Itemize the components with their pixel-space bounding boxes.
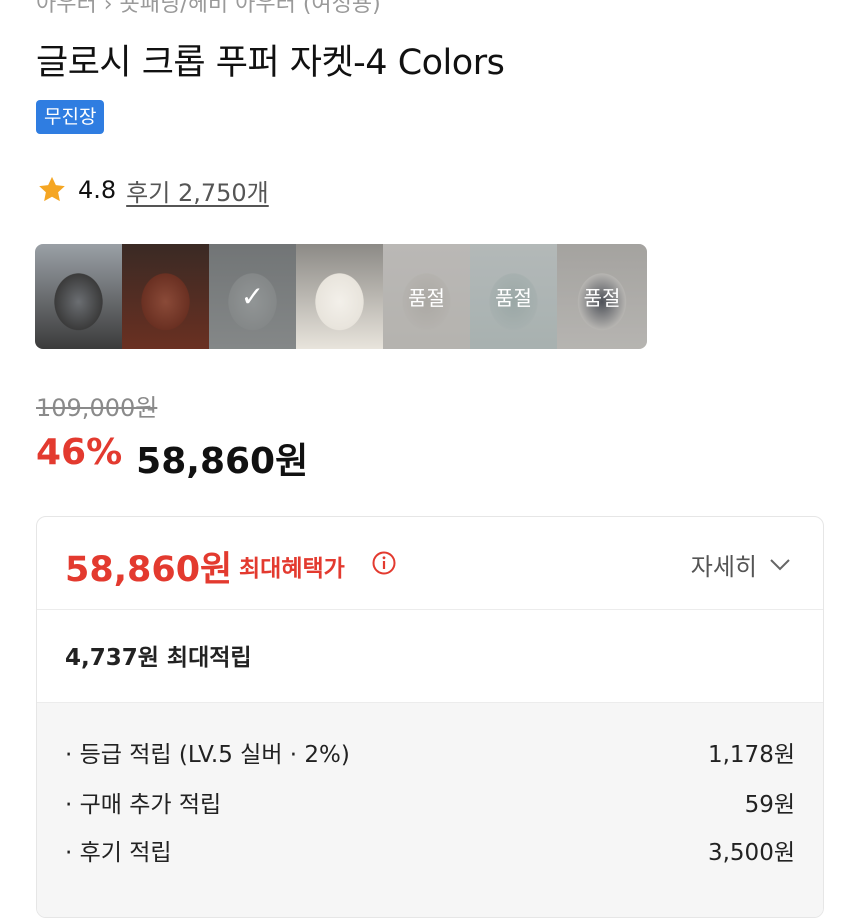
info-icon[interactable] bbox=[372, 551, 396, 575]
points-row-value: 59원 bbox=[744, 792, 795, 818]
soldout-overlay: 품절 bbox=[557, 244, 647, 349]
swatch-gray-jacket[interactable]: ✓ bbox=[209, 244, 296, 349]
soldout-overlay: 품절 bbox=[383, 244, 470, 349]
sale-price: 58,860원 bbox=[136, 441, 309, 482]
delivery-badge: 무진장 bbox=[36, 100, 105, 134]
points-summary: 4,737원 최대적립 bbox=[65, 645, 252, 671]
points-row-value: 1,178원 bbox=[707, 742, 795, 768]
detail-toggle[interactable]: 자세히 bbox=[691, 547, 791, 582]
benefit-card: 58,860원 최대혜택가 자세히 4,737원 최대적립 · 등급 적립 (L… bbox=[36, 516, 824, 918]
rating-score: 4.8 bbox=[78, 176, 117, 204]
points-row-purchase: · 구매 추가 적립 59원 bbox=[65, 785, 795, 819]
soldout-label: 품절 bbox=[408, 286, 445, 310]
points-breakdown: · 등급 적립 (LV.5 실버 · 2%) 1,178원 · 구매 추가 적립… bbox=[37, 703, 823, 917]
discount-rate: 46% bbox=[36, 432, 123, 473]
original-price: 109,000원 bbox=[36, 394, 158, 422]
points-row-review: · 후기 적립 3,500원 bbox=[65, 833, 795, 867]
soldout-label: 품절 bbox=[583, 286, 621, 310]
swatch-ivory-jacket[interactable]: 품절 bbox=[383, 244, 470, 349]
max-benefit-label: 최대혜택가 bbox=[239, 556, 345, 582]
rating-row: 4.8 후기 2,750개 bbox=[36, 170, 269, 210]
breadcrumb[interactable]: 아우터 › 숏패딩/헤비 아우터 (여성용) bbox=[36, 0, 381, 18]
swatch-mint-jacket[interactable]: 품절 bbox=[470, 244, 557, 349]
points-row-label: · 등급 적립 (LV.5 실버 · 2%) bbox=[65, 742, 350, 768]
swatch-brown-model[interactable] bbox=[122, 244, 209, 349]
points-row-label: · 후기 적립 bbox=[65, 840, 172, 866]
soldout-overlay: 품절 bbox=[470, 244, 557, 349]
swatch-black-model[interactable] bbox=[35, 244, 122, 349]
swatch-ivory-model-2[interactable]: 품절 bbox=[557, 244, 647, 349]
chevron-down-icon bbox=[770, 558, 790, 570]
points-row-grade: · 등급 적립 (LV.5 실버 · 2%) 1,178원 bbox=[65, 735, 795, 769]
reviews-link[interactable]: 후기 2,750개 bbox=[126, 173, 269, 208]
benefit-header[interactable]: 58,860원 최대혜택가 자세히 bbox=[37, 517, 823, 610]
selected-overlay: ✓ bbox=[209, 244, 296, 349]
soldout-label: 품절 bbox=[495, 286, 532, 310]
color-swatch-list: ✓ 품절 품절 품절 bbox=[35, 244, 647, 349]
max-benefit-price: 58,860원 bbox=[65, 550, 233, 590]
points-row-value: 3,500원 bbox=[707, 840, 795, 866]
star-icon bbox=[39, 176, 65, 202]
product-title: 글로시 크롭 푸퍼 자켓-4 Colors bbox=[36, 43, 505, 83]
points-summary-row: 4,737원 최대적립 bbox=[37, 610, 823, 703]
points-row-label: · 구매 추가 적립 bbox=[65, 792, 222, 818]
sale-price-row: 46% 58,860원 bbox=[36, 432, 308, 484]
detail-label: 자세히 bbox=[690, 553, 757, 581]
check-icon: ✓ bbox=[240, 280, 265, 313]
swatch-ivory-model[interactable] bbox=[296, 244, 383, 349]
